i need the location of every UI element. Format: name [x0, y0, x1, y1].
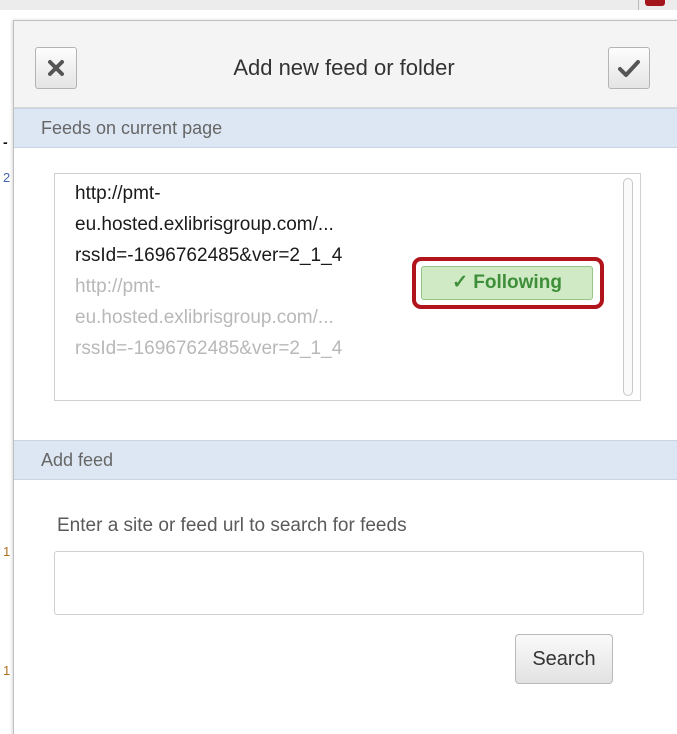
feed-url-input[interactable] [54, 551, 644, 615]
confirm-button[interactable] [608, 47, 650, 89]
close-button[interactable] [35, 47, 77, 89]
x-icon [48, 60, 64, 76]
annotation-highlight [412, 257, 604, 309]
feed-list[interactable]: http://pmt- eu.hosted.exlibrisgroup.com/… [54, 173, 641, 401]
background-text-fragment: 2 [3, 170, 11, 185]
background-text-fragment: 1 [3, 544, 11, 559]
background-text-fragment: - [3, 134, 8, 150]
popup-title: Add new feed or folder [233, 55, 455, 80]
screen: - 2 1 1 Add new feed or folder Feeds on … [0, 0, 677, 734]
background-browser-toolbar [0, 0, 677, 10]
feed-item-following[interactable]: http://pmt- eu.hosted.exlibrisgroup.com/… [75, 178, 475, 271]
feed-list-scrollbar[interactable] [623, 178, 633, 396]
background-toolbar-divider [626, 0, 639, 10]
feed-url-line: eu.hosted.exlibrisgroup.com/... [75, 214, 334, 235]
popup-header: Add new feed or folder [14, 21, 677, 108]
feeds-section-header: Feeds on current page [14, 108, 677, 148]
add-feed-section-header: Add feed [14, 440, 677, 480]
background-page-edge: - 2 1 1 [0, 10, 13, 734]
feed-url-line: http://pmt- [75, 183, 161, 204]
add-feed-prompt: Enter a site or feed url to search for f… [57, 515, 407, 536]
feed-url-line: rssId=-1696762485&ver=2_1_4 [75, 338, 343, 359]
add-feed-popup: Add new feed or folder Feeds on current … [13, 20, 677, 734]
background-text-fragment: 1 [3, 663, 11, 678]
check-icon [618, 60, 640, 77]
search-button[interactable]: Search [515, 634, 613, 684]
extension-badge[interactable] [645, 0, 665, 6]
